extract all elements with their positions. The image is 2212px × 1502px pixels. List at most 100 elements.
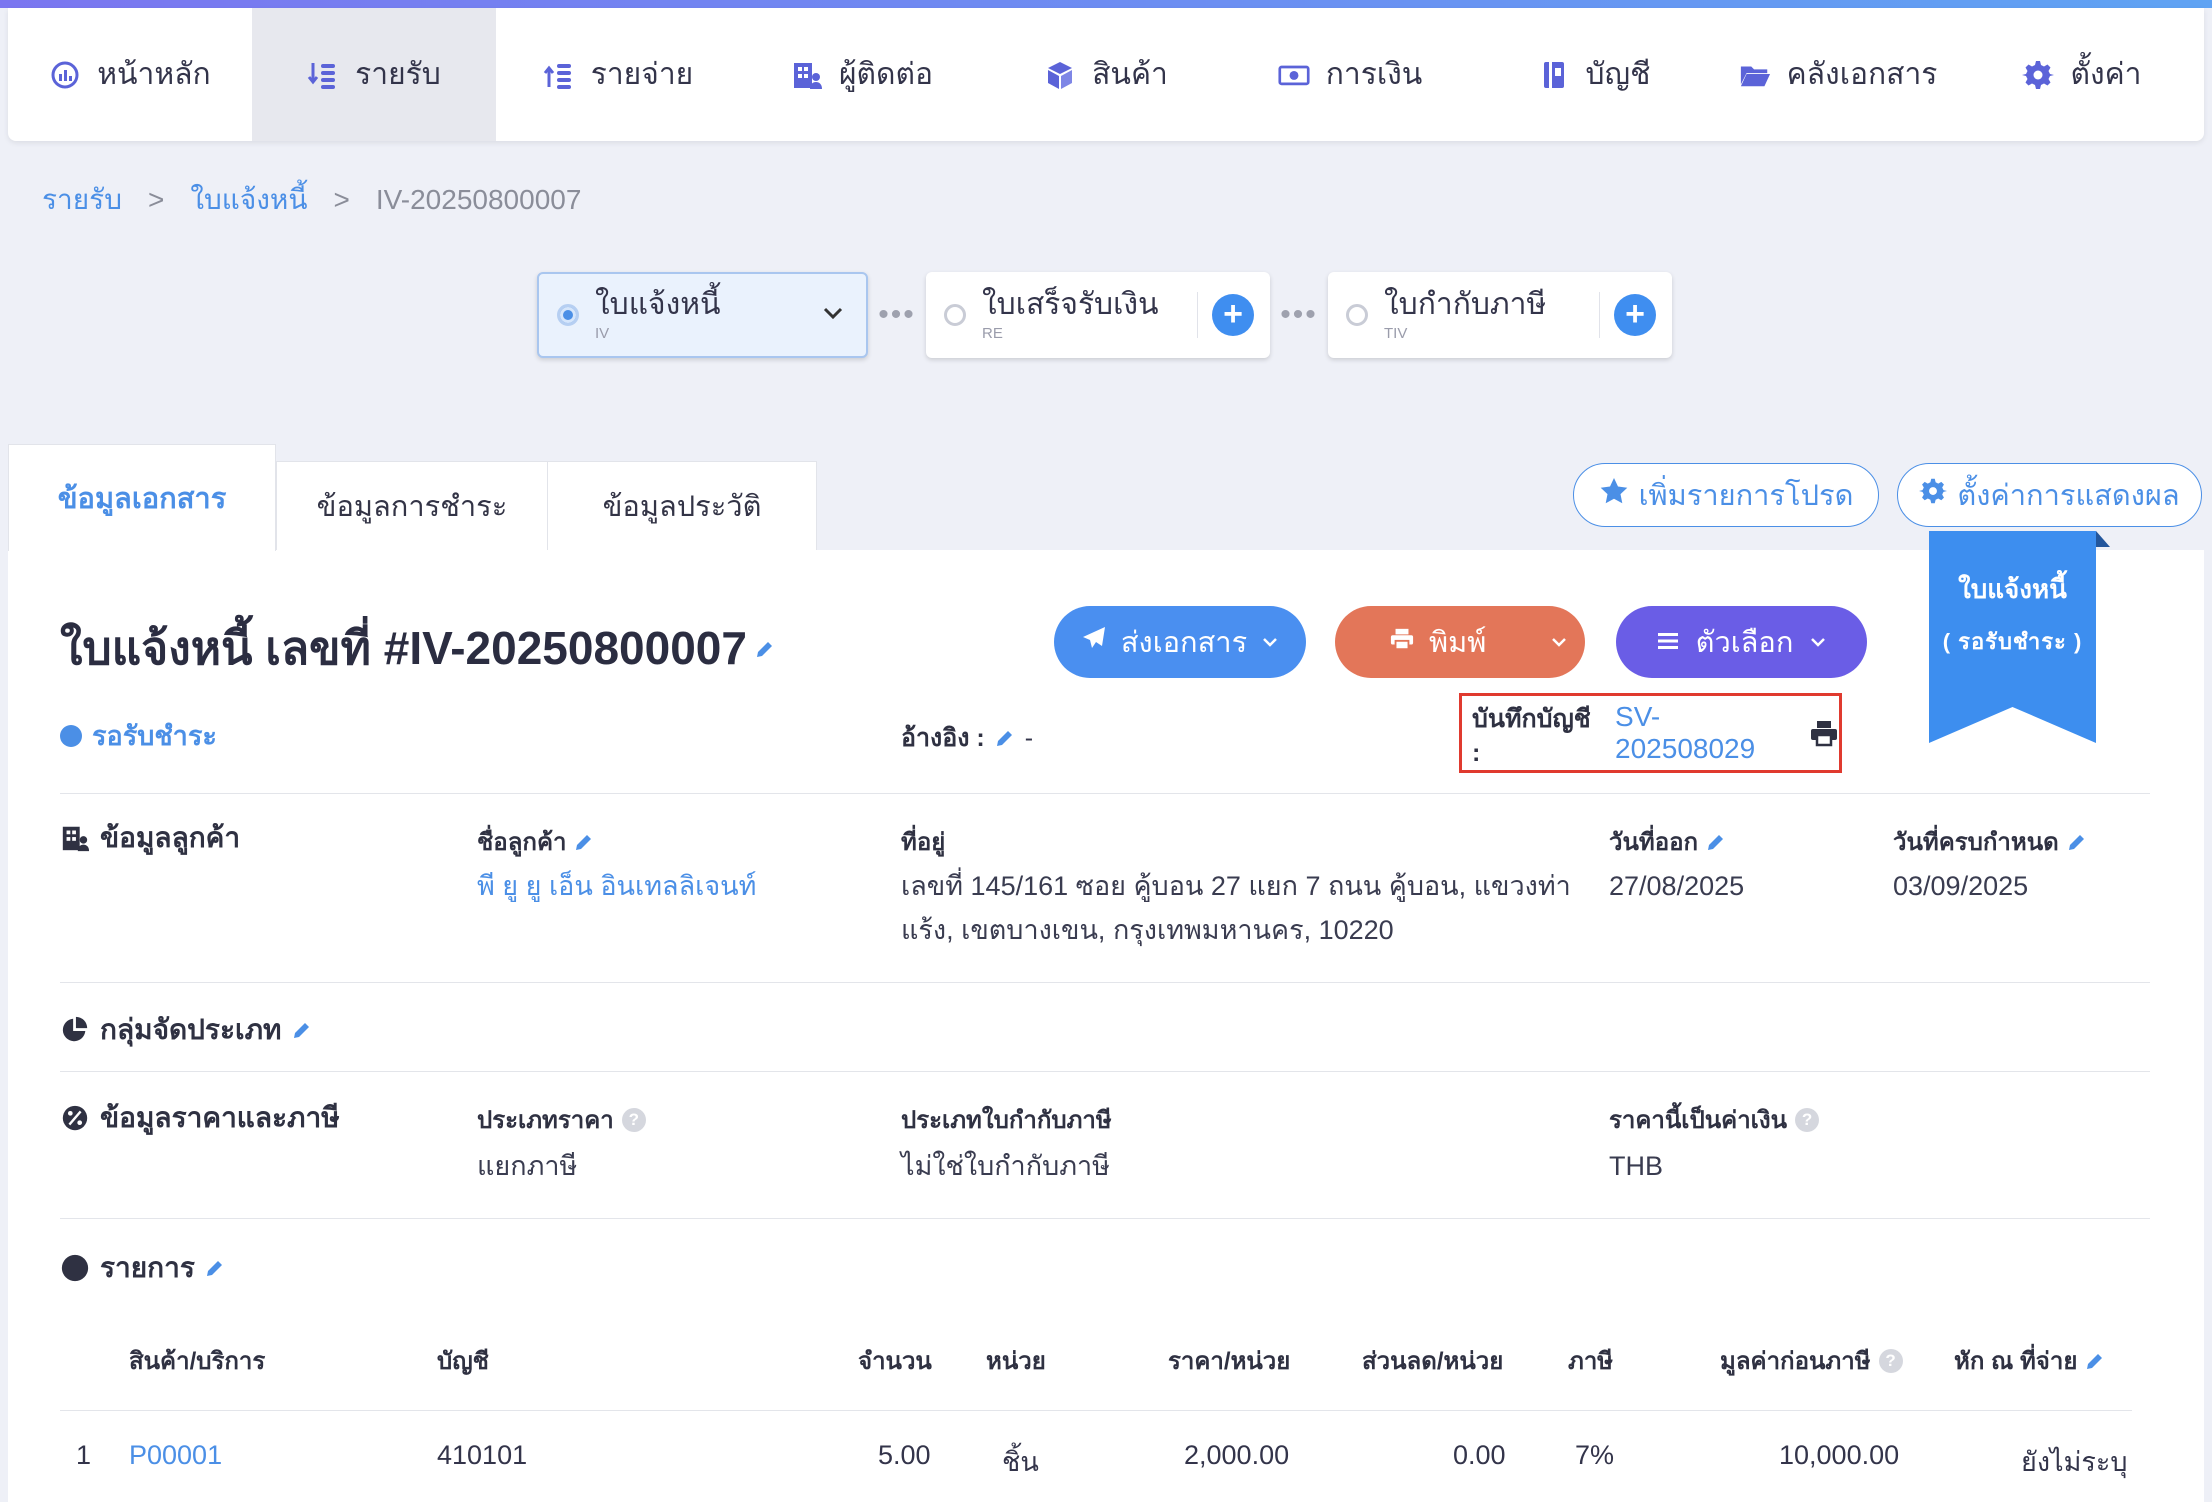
- flow-step-tax-invoice[interactable]: ใบกำกับภาษี TIV +: [1328, 272, 1672, 358]
- step-label: ใบแจ้งหนี้: [595, 287, 721, 321]
- nav-item-documents[interactable]: คลังเอกสาร: [1716, 8, 1960, 141]
- help-icon[interactable]: ?: [1878, 1348, 1903, 1373]
- customer-name-link[interactable]: พี ยู ยู เอ็น อินเทลลิเจนท์: [477, 864, 756, 908]
- ribbon-title: ใบแจ้งหนี้: [1958, 574, 2067, 604]
- edit-pencil-icon[interactable]: [205, 1258, 225, 1278]
- nav-item-products[interactable]: สินค้า: [984, 8, 1228, 141]
- contacts-icon: [791, 59, 825, 91]
- breadcrumb: รายรับ > ใบแจ้งหนี้ > IV-20250800007: [42, 178, 581, 222]
- items-section-label: รายการ: [100, 1252, 195, 1283]
- nav-item-settings[interactable]: ตั้งค่า: [1960, 8, 2204, 141]
- product-code-link[interactable]: P00001: [129, 1440, 222, 1471]
- nav-label: คลังเอกสาร: [1786, 58, 1938, 91]
- print-label: พิมพ์: [1429, 627, 1487, 659]
- flow-step-receipt[interactable]: ใบเสร็จรับเงิน RE +: [926, 272, 1270, 358]
- tax-invoice-type-value: ไม่ใช่ใบกำกับภาษี: [901, 1151, 1110, 1181]
- reference-value: -: [1024, 723, 1034, 752]
- reference-field: อ้างอิง : -: [901, 718, 1033, 758]
- options-button[interactable]: ตัวเลือก: [1616, 606, 1867, 678]
- nav-item-accounting[interactable]: บัญชี: [1472, 8, 1716, 141]
- nav-label: บัญชี: [1585, 58, 1651, 91]
- accounting-record-label: บันทึกบัญชี :: [1472, 704, 1591, 767]
- breadcrumb-income-link[interactable]: รายรับ: [42, 178, 122, 222]
- divider: [60, 1218, 2150, 1219]
- price-type-value: แยกภาษี: [477, 1151, 578, 1181]
- due-date-value: 03/09/2025: [1893, 871, 2029, 901]
- pie-chart-icon: [60, 1015, 90, 1045]
- ribbon-status: ( รอรับชำระ ): [1942, 629, 2083, 654]
- nav-item-finance[interactable]: การเงิน: [1228, 8, 1472, 141]
- percent-badge-icon: [60, 1103, 90, 1133]
- nav-label: การเงิน: [1325, 58, 1423, 91]
- print-button[interactable]: พิมพ์: [1335, 606, 1585, 678]
- tab-payment-info[interactable]: ข้อมูลการชำระ: [276, 461, 548, 551]
- address-line-1: เลขที่ 145/161 ซอย คู้บอน 27 แยก 7 ถนน ค…: [901, 871, 1571, 901]
- nav-item-contacts[interactable]: ผู้ติดต่อ: [740, 8, 984, 141]
- customer-name-label: ชื่อลูกค้า: [477, 822, 594, 861]
- due-date-label: วันที่ครบกำหนด: [1893, 822, 2087, 861]
- column-header-pretax-amount: มูลค่าก่อนภาษี ?: [1720, 1341, 1903, 1380]
- step-code: TIV: [1384, 324, 1408, 342]
- document-title: ใบแจ้งหนี้ เลขที่ #IV-20250800007: [60, 622, 747, 674]
- nav-item-expense[interactable]: รายจ่าย: [496, 8, 740, 141]
- edit-pencil-icon[interactable]: [2085, 1351, 2105, 1371]
- display-settings-label: ตั้งค่าการแสดงผล: [1957, 480, 2180, 512]
- add-receipt-button[interactable]: +: [1212, 294, 1254, 336]
- tab-document-info[interactable]: ข้อมูลเอกสาร: [8, 444, 276, 551]
- add-favorite-label: เพิ่มรายการโปรด: [1638, 480, 1854, 512]
- accounting-record-link[interactable]: SV-202508029: [1615, 701, 1799, 765]
- chevron-down-icon: [1261, 633, 1279, 651]
- edit-pencil-icon[interactable]: [574, 832, 594, 852]
- breadcrumb-current: IV-20250800007: [375, 184, 582, 215]
- edit-pencil-icon[interactable]: [755, 639, 775, 659]
- column-header-withholding: หัก ณ ที่จ่าย: [1954, 1341, 2105, 1380]
- help-icon[interactable]: ?: [621, 1107, 646, 1132]
- breadcrumb-invoice-link[interactable]: ใบแจ้งหนี้: [190, 178, 307, 222]
- column-header-unit-price: ราคา/หน่วย: [1168, 1348, 1291, 1375]
- issue-date-value: 27/08/2025: [1609, 871, 1745, 901]
- category-section-title: กลุ่มจัดประเภท: [60, 1008, 312, 1052]
- nav-item-home[interactable]: หน้าหลัก: [8, 8, 252, 141]
- flow-connector: •••: [878, 298, 916, 331]
- printer-icon: [1389, 626, 1415, 659]
- main-navbar: หน้าหลัก รายรับ รายจ่าย ผู้ติดต่อ สินค้า…: [8, 8, 2204, 141]
- chevron-down-icon: [1809, 633, 1827, 651]
- status-dot: [60, 724, 82, 747]
- chevron-down-icon[interactable]: [1550, 633, 1568, 651]
- star-icon: [1599, 476, 1629, 514]
- add-favorite-button[interactable]: เพิ่มรายการโปรด: [1573, 463, 1879, 527]
- step-code: RE: [982, 324, 1003, 342]
- row-number: 1: [76, 1440, 92, 1470]
- edit-pencil-icon[interactable]: [2067, 832, 2087, 852]
- column-header-tax: ภาษี: [1568, 1348, 1614, 1375]
- add-tax-invoice-button[interactable]: +: [1614, 294, 1656, 336]
- reference-label: อ้างอิง :: [901, 724, 985, 752]
- tab-history-info[interactable]: ข้อมูลประวัติ: [547, 461, 817, 551]
- status-badge: รอรับชำระ: [60, 714, 217, 757]
- edit-pencil-icon[interactable]: [292, 1020, 312, 1040]
- header-text: มูลค่าก่อนภาษี: [1720, 1348, 1871, 1375]
- step-indicator: [557, 304, 579, 326]
- edit-pencil-icon[interactable]: [995, 728, 1015, 748]
- nav-label: รายรับ: [355, 58, 441, 91]
- status-text: รอรับชำระ: [92, 721, 217, 751]
- step-label: ใบเสร็จรับเงิน: [982, 287, 1159, 321]
- label-text: ประเภทราคา: [477, 1107, 614, 1134]
- divider: [60, 793, 2150, 794]
- address-label: ที่อยู่: [901, 822, 945, 861]
- flow-step-invoice[interactable]: ใบแจ้งหนี้ IV: [537, 272, 868, 358]
- flow-connector: •••: [1280, 298, 1318, 331]
- send-document-button[interactable]: ส่งเอกสาร: [1054, 606, 1306, 678]
- printer-icon[interactable]: [1809, 719, 1839, 747]
- currency-label: ราคานี้เป็นค่าเงิน ?: [1609, 1100, 1820, 1139]
- menu-lines-icon: [1656, 626, 1680, 659]
- help-icon[interactable]: ?: [1795, 1107, 1820, 1132]
- edit-pencil-icon[interactable]: [1706, 832, 1726, 852]
- display-settings-button[interactable]: ตั้งค่าการแสดงผล: [1897, 463, 2202, 527]
- nav-item-income[interactable]: รายรับ: [252, 8, 496, 141]
- options-label: ตัวเลือก: [1695, 627, 1794, 659]
- step-indicator: [1346, 304, 1368, 326]
- chevron-down-icon[interactable]: [822, 302, 844, 324]
- step-code: IV: [595, 324, 610, 342]
- label-text: วันที่ออก: [1609, 829, 1699, 856]
